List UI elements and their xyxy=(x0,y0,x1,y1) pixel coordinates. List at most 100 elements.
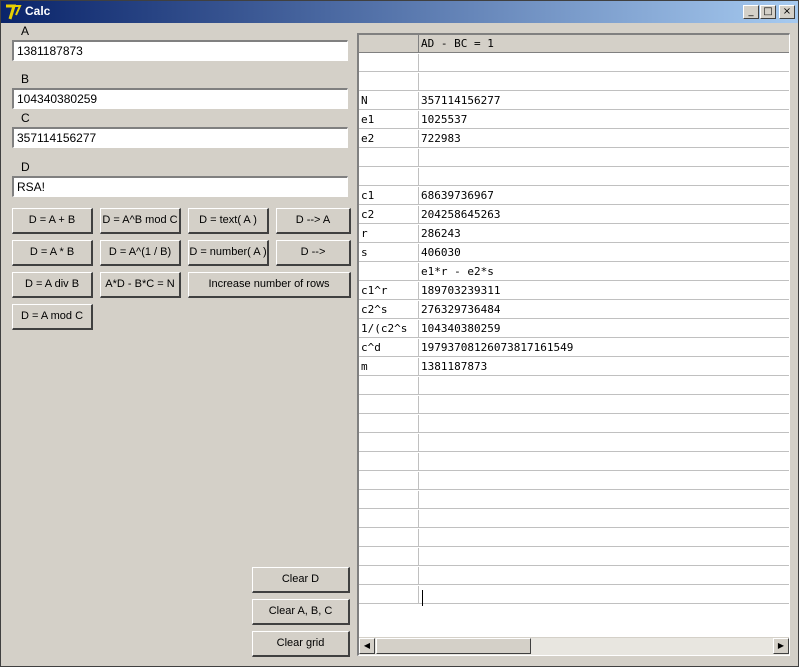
grid-value-cell[interactable] xyxy=(419,453,789,471)
grid-label-cell[interactable] xyxy=(359,396,419,414)
grid-value-cell[interactable] xyxy=(419,149,789,167)
maximize-button[interactable]: □ xyxy=(760,5,776,19)
grid-value-cell[interactable]: 357114156277 xyxy=(419,92,789,110)
table-row[interactable]: e1*r - e2*s xyxy=(359,263,789,282)
d-number-a-button[interactable]: D = number( A ) xyxy=(188,240,269,266)
grid-label-cell[interactable]: c2^s xyxy=(359,301,419,319)
grid-value-cell[interactable]: 68639736967 xyxy=(419,187,789,205)
table-row[interactable] xyxy=(359,415,789,434)
field-a-input[interactable] xyxy=(12,40,348,61)
table-row[interactable]: r 286243 xyxy=(359,225,789,244)
table-row[interactable] xyxy=(359,548,789,567)
scrollbar-thumb[interactable] xyxy=(376,638,531,654)
grid-label-cell[interactable] xyxy=(359,491,419,509)
table-row[interactable]: N 357114156277 xyxy=(359,92,789,111)
grid-value-cell[interactable]: 104340380259 xyxy=(419,320,789,338)
d-to-a-button[interactable]: D --> A xyxy=(276,208,351,234)
grid-value-cell[interactable]: 286243 xyxy=(419,225,789,243)
table-row[interactable] xyxy=(359,54,789,73)
grid-label-cell[interactable]: N xyxy=(359,92,419,110)
table-row[interactable]: c1 68639736967 xyxy=(359,187,789,206)
grid-label-cell[interactable]: s xyxy=(359,244,419,262)
grid-label-cell[interactable]: c1 xyxy=(359,187,419,205)
grid-value-cell[interactable]: 204258645263 xyxy=(419,206,789,224)
table-row[interactable] xyxy=(359,396,789,415)
grid-label-cell[interactable] xyxy=(359,263,419,281)
grid-label-cell[interactable]: c1^r xyxy=(359,282,419,300)
grid-label-cell[interactable] xyxy=(359,377,419,395)
grid-value-cell[interactable] xyxy=(419,491,789,509)
table-row[interactable] xyxy=(359,510,789,529)
clear-grid-button[interactable]: Clear grid xyxy=(252,631,350,657)
table-row[interactable]: s 406030 xyxy=(359,244,789,263)
d-a-mod-c-button[interactable]: D = A mod C xyxy=(12,304,93,330)
grid-label-cell[interactable]: r xyxy=(359,225,419,243)
horizontal-scrollbar[interactable]: ◀ ▶ xyxy=(359,637,789,655)
table-row[interactable]: m 1381187873 xyxy=(359,358,789,377)
table-row[interactable] xyxy=(359,453,789,472)
clear-abc-button[interactable]: Clear A, B, C xyxy=(252,599,350,625)
grid-label-cell[interactable]: c2 xyxy=(359,206,419,224)
scroll-left-icon[interactable]: ◀ xyxy=(359,638,375,654)
grid-value-cell[interactable] xyxy=(419,548,789,566)
grid-label-cell[interactable] xyxy=(359,529,419,547)
grid-label-cell[interactable] xyxy=(359,54,419,72)
table-row[interactable] xyxy=(359,73,789,92)
minimize-button[interactable]: _ xyxy=(743,5,759,19)
table-row[interactable]: c2 204258645263 xyxy=(359,206,789,225)
field-b-input[interactable] xyxy=(12,88,348,109)
grid-value-cell[interactable] xyxy=(419,396,789,414)
grid-label-cell[interactable]: m xyxy=(359,358,419,376)
grid-value-cell[interactable] xyxy=(419,586,789,604)
grid-value-cell[interactable]: 406030 xyxy=(419,244,789,262)
grid-label-cell[interactable] xyxy=(359,168,419,186)
grid-value-cell[interactable] xyxy=(419,73,789,91)
scroll-right-icon[interactable]: ▶ xyxy=(773,638,789,654)
grid-label-cell[interactable]: 1/(c2^s xyxy=(359,320,419,338)
grid-label-cell[interactable] xyxy=(359,472,419,490)
grid-label-cell[interactable] xyxy=(359,548,419,566)
field-d-input[interactable] xyxy=(12,176,348,197)
grid-value-cell[interactable]: 1025537 xyxy=(419,111,789,129)
table-row[interactable]: 1/(c2^s 104340380259 xyxy=(359,320,789,339)
ad-minus-bc-button[interactable]: A*D - B*C = N xyxy=(100,272,181,298)
table-row[interactable]: c2^s 276329736484 xyxy=(359,301,789,320)
grid-value-cell[interactable]: 276329736484 xyxy=(419,301,789,319)
table-row[interactable]: e1 1025537 xyxy=(359,111,789,130)
grid-label-cell[interactable] xyxy=(359,73,419,91)
table-row[interactable] xyxy=(359,586,789,605)
grid-label-cell[interactable] xyxy=(359,453,419,471)
grid-value-cell[interactable]: 1979370812607381716154​9 xyxy=(419,339,789,357)
grid-label-cell[interactable] xyxy=(359,510,419,528)
grid-label-cell[interactable]: e1 xyxy=(359,111,419,129)
grid-value-cell[interactable] xyxy=(419,434,789,452)
table-row[interactable] xyxy=(359,472,789,491)
grid-label-cell[interactable] xyxy=(359,567,419,585)
table-row[interactable] xyxy=(359,149,789,168)
grid-label-cell[interactable] xyxy=(359,586,419,604)
grid-value-cell[interactable]: 722983 xyxy=(419,130,789,148)
data-grid[interactable]: AD - BC = 1 N 357114156277 e1 1025537 e2 7229… xyxy=(357,33,790,656)
grid-value-cell[interactable] xyxy=(419,472,789,490)
table-row[interactable] xyxy=(359,168,789,187)
table-row[interactable] xyxy=(359,434,789,453)
grid-label-cell[interactable] xyxy=(359,149,419,167)
d-a-plus-b-button[interactable]: D = A + B xyxy=(12,208,93,234)
grid-value-cell[interactable] xyxy=(419,168,789,186)
grid-label-cell[interactable]: e2 xyxy=(359,130,419,148)
d-a-div-b-button[interactable]: D = A div B xyxy=(12,272,93,298)
field-c-input[interactable] xyxy=(12,127,348,148)
d-a-times-b-button[interactable]: D = A * B xyxy=(12,240,93,266)
table-row[interactable]: e2 722983 xyxy=(359,130,789,149)
grid-value-cell[interactable] xyxy=(419,54,789,72)
table-row[interactable]: c1^r 189703239311 xyxy=(359,282,789,301)
table-row[interactable] xyxy=(359,529,789,548)
grid-value-cell[interactable]: 1381187873 xyxy=(419,358,789,376)
grid-value-cell[interactable] xyxy=(419,510,789,528)
clear-d-button[interactable]: Clear D xyxy=(252,567,350,593)
table-row[interactable]: c^d 1979370812607381716154​9 xyxy=(359,339,789,358)
grid-label-cell[interactable] xyxy=(359,434,419,452)
d-to-button[interactable]: D --> xyxy=(276,240,351,266)
table-row[interactable] xyxy=(359,377,789,396)
d-text-a-button[interactable]: D = text( A ) xyxy=(188,208,269,234)
